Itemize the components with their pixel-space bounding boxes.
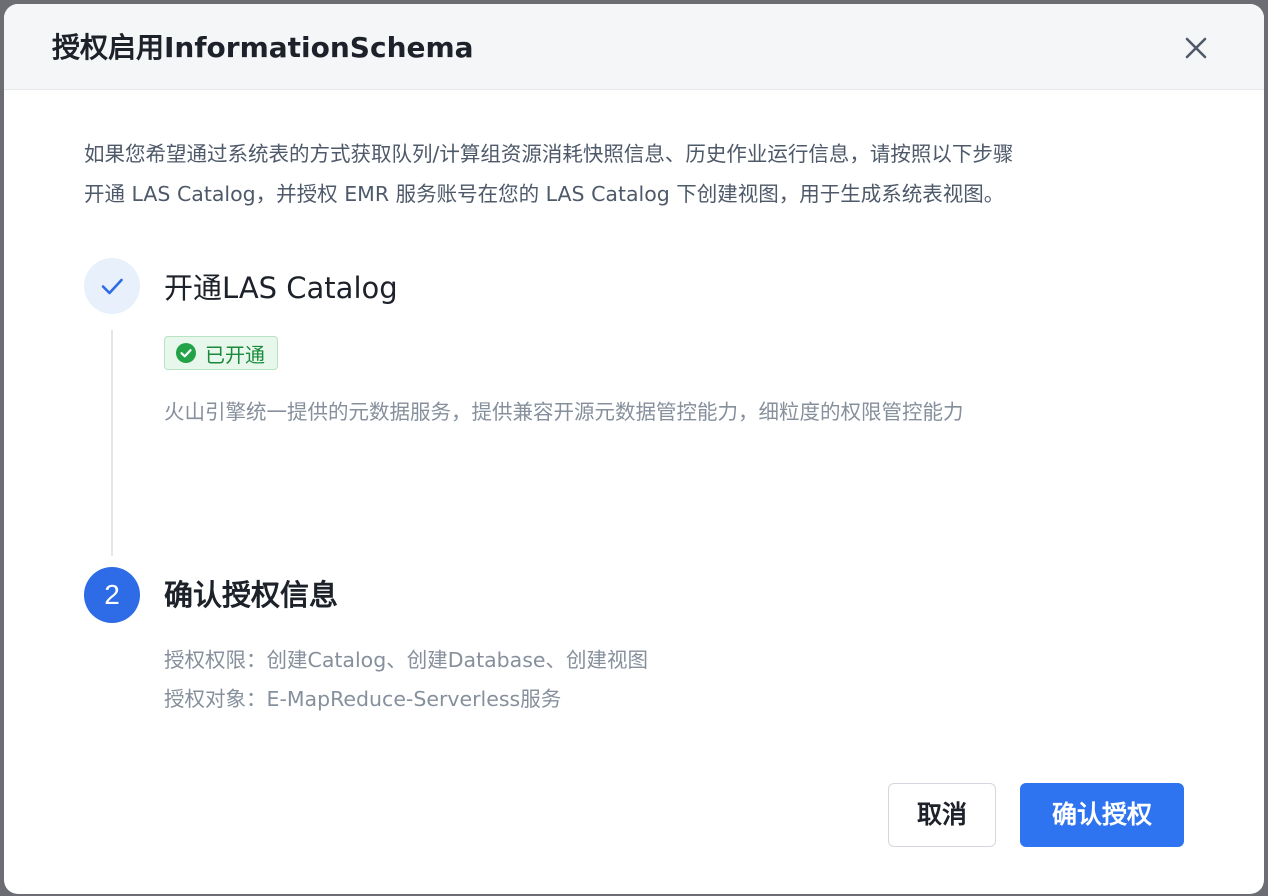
permission-info: 授权权限：创建Catalog、创建Database、创建视图 [164, 648, 649, 672]
dialog-header: 授权启用InformationSchema [4, 4, 1264, 90]
target-info: 授权对象：E-MapReduce-Serverless服务 [164, 687, 562, 711]
intro-line-2: 开通 LAS Catalog，并授权 EMR 服务账号在您的 LAS Catal… [84, 182, 1005, 206]
check-circle-icon [176, 343, 196, 363]
step-2-title: 确认授权信息 [164, 578, 339, 612]
authorize-dialog: 授权启用InformationSchema 如果您希望通过系统表的方式获取队列/… [4, 4, 1264, 894]
intro-text: 如果您希望通过系统表的方式获取队列/计算组资源消耗快照信息、历史作业运行信息，请… [84, 134, 1194, 214]
step-2-number: 2 [84, 567, 140, 623]
close-button[interactable] [1176, 28, 1216, 68]
step-1-status [84, 258, 140, 314]
intro-line-1: 如果您希望通过系统表的方式获取队列/计算组资源消耗快照信息、历史作业运行信息，请… [84, 142, 1014, 166]
status-badge: 已开通 [164, 336, 278, 370]
status-badge-label: 已开通 [205, 342, 265, 367]
confirm-authorize-button[interactable]: 确认授权 [1020, 783, 1184, 847]
check-icon [101, 278, 123, 295]
step-1-description: 火山引擎统一提供的元数据服务，提供兼容开源元数据管控能力，细粒度的权限管控能力 [164, 400, 964, 424]
close-icon [1185, 37, 1207, 59]
step-1-title: 开通LAS Catalog [164, 271, 398, 305]
cancel-button[interactable]: 取消 [888, 783, 996, 847]
step-connector [111, 330, 113, 556]
dialog-title: 授权启用InformationSchema [52, 31, 474, 64]
